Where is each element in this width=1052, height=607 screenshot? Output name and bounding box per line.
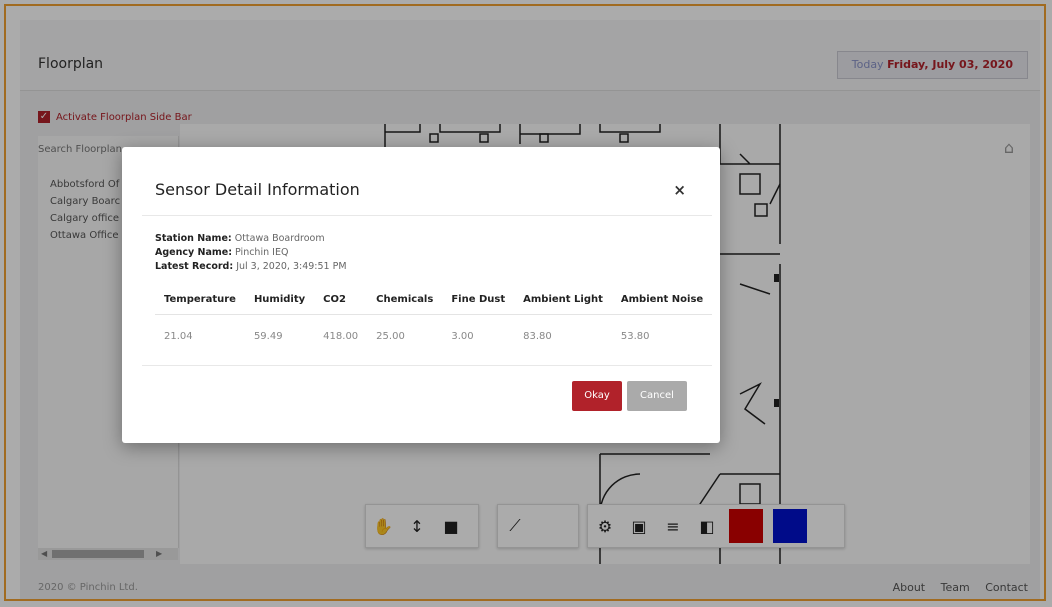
table-cell: 53.80: [620, 330, 650, 342]
table-cell: 83.80: [523, 330, 552, 342]
station-info: Station Name: Ottawa Boardroom Agency Na…: [155, 232, 347, 274]
table-cell: 25.00: [376, 330, 405, 342]
divider: [142, 215, 712, 216]
okay-button[interactable]: Okay: [572, 381, 622, 411]
sensor-detail-modal: Sensor Detail Information × Station Name…: [122, 147, 720, 443]
agency-name-value: Pinchin IEQ: [235, 247, 289, 258]
column-header: Ambient Noise: [611, 284, 713, 315]
latest-record-row: Latest Record: Jul 3, 2020, 3:49:51 PM: [155, 260, 347, 274]
station-name-label: Station Name:: [155, 233, 232, 244]
table-cell: 418.00: [323, 330, 359, 342]
latest-record-value: Jul 3, 2020, 3:49:51 PM: [236, 261, 347, 272]
close-icon[interactable]: ×: [673, 181, 686, 199]
station-name-value: Ottawa Boardroom: [234, 233, 325, 244]
modal-title: Sensor Detail Information: [155, 180, 360, 199]
table-header-row: Temperature Humidity CO2 Chemicals Fine …: [155, 284, 713, 315]
divider: [142, 365, 712, 366]
cancel-button[interactable]: Cancel: [627, 381, 687, 411]
agency-name-label: Agency Name:: [155, 247, 232, 258]
sensor-table: Temperature Humidity CO2 Chemicals Fine …: [155, 284, 713, 358]
column-header: Humidity: [244, 284, 315, 315]
column-header: Chemicals: [367, 284, 443, 315]
table-row: 21.04 59.49 418.00 25.00 3.00 83.80 53.8…: [155, 315, 712, 358]
column-header: CO2: [314, 284, 368, 315]
column-header: Temperature: [155, 284, 245, 315]
station-name-row: Station Name: Ottawa Boardroom: [155, 232, 347, 246]
latest-record-label: Latest Record:: [155, 261, 234, 272]
table-cell: 21.04: [164, 330, 193, 342]
table-cell: 3.00: [451, 330, 474, 342]
agency-name-row: Agency Name: Pinchin IEQ: [155, 246, 347, 260]
column-header: Fine Dust: [442, 284, 515, 315]
column-header: Ambient Light: [514, 284, 612, 315]
table-cell: 59.49: [253, 330, 283, 342]
